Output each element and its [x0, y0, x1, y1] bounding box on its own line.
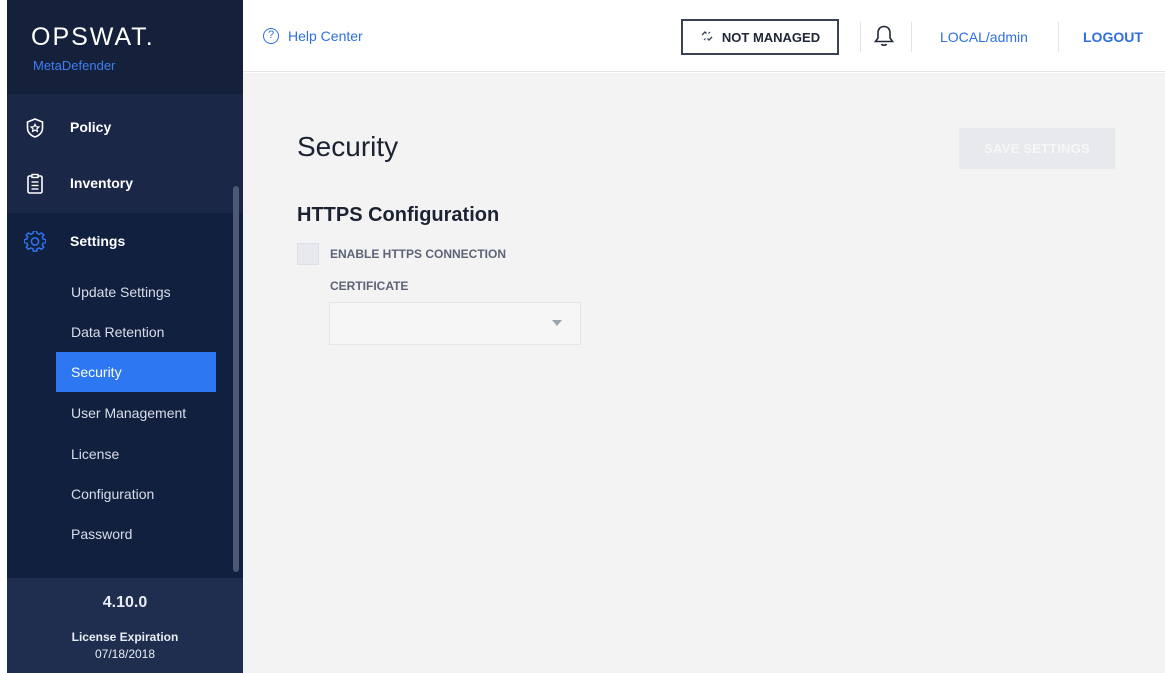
save-settings-button[interactable]: SAVE SETTINGS — [959, 128, 1115, 169]
not-managed-label: NOT MANAGED — [721, 29, 821, 45]
brand-product: MetaDefender — [33, 58, 116, 73]
sidebar-item-inventory[interactable]: Inventory — [7, 160, 243, 208]
topbar-divider — [1058, 22, 1059, 52]
brand-block: OPSWAT. MetaDefender — [7, 0, 243, 94]
sidebar-item-security[interactable]: Security — [56, 352, 216, 392]
main-content: Security SAVE SETTINGS HTTPS Configurati… — [243, 73, 1165, 673]
question-circle-icon: ? — [263, 28, 279, 44]
license-expiration-label: License Expiration — [71, 630, 179, 644]
chevron-down-icon — [552, 320, 562, 326]
sidebar-item-password[interactable]: Password — [56, 514, 216, 554]
clipboard-icon — [24, 173, 46, 195]
top-bar: ? Help Center NOT MANAGED LOCAL/admin LO… — [243, 0, 1165, 72]
help-center-label: Help Center — [288, 28, 363, 44]
app-window: OPSWAT. MetaDefender Policy Inventory Se… — [0, 0, 1165, 673]
sidebar-item-policy[interactable]: Policy — [7, 104, 243, 152]
window-edge — [0, 0, 7, 673]
help-center-link[interactable]: ? Help Center — [263, 28, 363, 44]
sidebar: OPSWAT. MetaDefender Policy Inventory Se… — [7, 0, 243, 673]
brand-logo: OPSWAT. — [31, 23, 155, 51]
certificate-select[interactable] — [329, 302, 581, 345]
sidebar-item-configuration[interactable]: Configuration — [56, 474, 216, 514]
certificate-label: CERTIFICATE — [330, 279, 409, 293]
sidebar-scrollbar[interactable] — [233, 186, 239, 572]
broken-link-icon — [700, 29, 714, 46]
gear-icon — [23, 230, 47, 253]
not-managed-button[interactable]: NOT MANAGED — [681, 19, 839, 55]
sidebar-item-label: Settings — [70, 233, 126, 249]
page-title: Security — [297, 131, 399, 162]
sidebar-footer: 4.10.0 License Expiration 07/18/2018 — [7, 578, 243, 673]
sidebar-item-user-management[interactable]: User Management — [56, 393, 216, 433]
version-number: 4.10.0 — [102, 594, 148, 611]
license-expiration-date: 07/18/2018 — [94, 647, 156, 661]
enable-https-checkbox[interactable] — [297, 243, 319, 265]
sidebar-item-label: Inventory — [70, 175, 134, 191]
sidebar-item-settings[interactable]: Settings — [7, 218, 243, 266]
topbar-divider — [911, 22, 912, 52]
sidebar-item-license[interactable]: License — [56, 434, 216, 474]
bell-icon[interactable] — [873, 24, 895, 48]
sidebar-item-update-settings[interactable]: Update Settings — [56, 272, 216, 312]
sidebar-item-label: Policy — [70, 119, 112, 135]
shield-star-icon — [24, 117, 46, 139]
enable-https-label[interactable]: ENABLE HTTPS CONNECTION — [330, 247, 506, 261]
sidebar-item-data-retention[interactable]: Data Retention — [56, 312, 216, 352]
logout-button[interactable]: LOGOUT — [1083, 29, 1143, 45]
user-account-link[interactable]: LOCAL/admin — [940, 29, 1028, 45]
topbar-divider — [860, 22, 861, 52]
section-title: HTTPS Configuration — [297, 204, 500, 226]
